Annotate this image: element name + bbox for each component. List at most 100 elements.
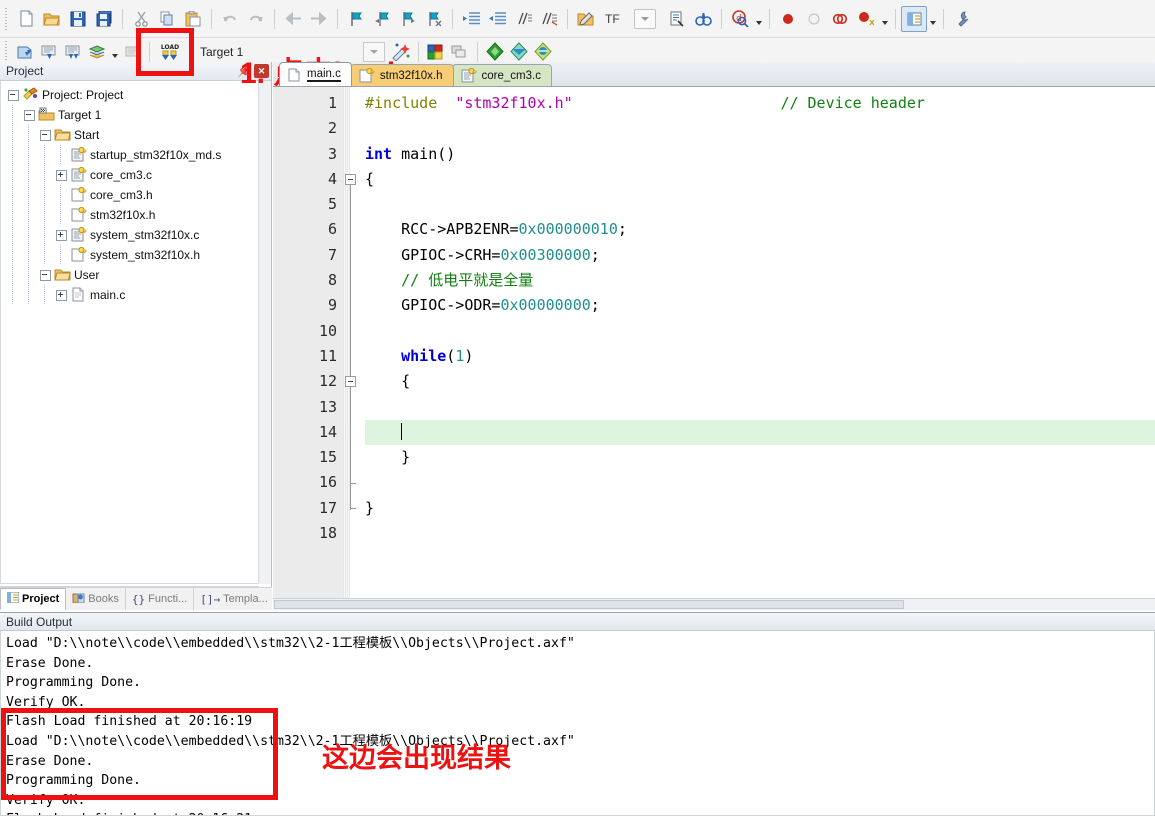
code-line[interactable] [365, 395, 1155, 420]
project-tree-item[interactable]: stm32f10x.h [5, 205, 258, 225]
rebuild-button[interactable] [61, 41, 85, 63]
project-tree-item[interactable]: core_cm3.h [5, 185, 258, 205]
find-in-files-button[interactable] [664, 6, 690, 32]
open-file-button[interactable] [39, 6, 65, 32]
bookmark-next-button[interactable] [395, 6, 421, 32]
paste-button[interactable] [180, 6, 206, 32]
fold-toggle-icon[interactable] [345, 376, 356, 388]
new-file-button[interactable] [13, 6, 39, 32]
tree-collapse-toggle[interactable] [21, 105, 37, 125]
code-line[interactable] [365, 116, 1155, 141]
batch-build-button[interactable] [85, 41, 109, 63]
code-line[interactable]: GPIOC->CRH=0x00300000; [365, 243, 1155, 268]
load-flash-button[interactable]: LOAD [155, 41, 185, 63]
disable-all-breakpoints-button[interactable] [827, 6, 853, 32]
code-text-area[interactable]: #include "stm32f10x.h" // Device header … [365, 87, 1155, 598]
manage-components-button[interactable] [424, 41, 448, 63]
dock-tab-books[interactable]: Books [66, 588, 126, 610]
pack-installer-button[interactable] [483, 41, 507, 63]
project-tree[interactable]: Project: Project Target 1 Start startup_stm… [0, 81, 259, 584]
toolbar-grip[interactable] [3, 7, 11, 30]
code-line[interactable] [365, 470, 1155, 495]
code-line[interactable]: GPIOC->ODR=0x00000000; [365, 293, 1155, 318]
code-editor[interactable]: 1 2 3 4 5 6 7 8 9 10 11 12 13 14 15 16 17 18 #include "st… [273, 87, 1155, 598]
code-line[interactable]: { [365, 167, 1155, 192]
translate-button[interactable] [13, 41, 37, 63]
code-line[interactable]: } [365, 496, 1155, 521]
project-tree-item[interactable]: system_stm32f10x.c [5, 225, 258, 245]
browse-symbol-button[interactable] [690, 6, 716, 32]
dock-tab-functions[interactable]: {} Functi... [126, 588, 195, 610]
project-tree-item[interactable]: Target 1 [5, 105, 258, 125]
code-line[interactable]: // 低电平就是全量 [365, 268, 1155, 293]
navigate-back-button[interactable] [280, 6, 306, 32]
code-line[interactable]: int main() [365, 142, 1155, 167]
tree-expand-toggle[interactable] [53, 165, 69, 185]
tree-collapse-toggle[interactable] [5, 85, 21, 105]
project-tree-item[interactable]: main.c [5, 285, 258, 305]
copy-button[interactable] [154, 6, 180, 32]
code-line[interactable]: RCC->APB2ENR=0x000000010; [365, 217, 1155, 242]
uncomment-button[interactable] [536, 6, 562, 32]
find-field-value[interactable]: TF [599, 12, 626, 26]
stop-build-button[interactable] [120, 41, 144, 63]
editor-tab-main-c[interactable]: main.c [279, 62, 352, 86]
cut-button[interactable] [128, 6, 154, 32]
configure-tools-button[interactable] [949, 6, 975, 32]
window-layout-caret[interactable] [927, 7, 938, 31]
project-tree-item[interactable]: Project: Project [5, 85, 258, 105]
pack-manager-button[interactable] [531, 41, 555, 63]
code-line[interactable] [365, 319, 1155, 344]
editor-tab-core-cm3-c[interactable]: core_cm3.c [451, 64, 552, 86]
project-tree-item[interactable]: User [5, 265, 258, 285]
toolbar-grip[interactable] [3, 40, 11, 63]
open-recent-button[interactable] [573, 6, 599, 32]
dock-tab-project[interactable]: Project [0, 588, 67, 610]
debug-dropdown-caret[interactable] [753, 7, 764, 31]
fold-toggle-icon[interactable] [345, 173, 356, 185]
window-layout-button[interactable] [901, 5, 927, 32]
editor-scroll-thumb[interactable] [274, 600, 904, 609]
bookmark-prev-button[interactable] [369, 6, 395, 32]
bookmark-clear-button[interactable] [421, 6, 447, 32]
manage-rte-button[interactable] [507, 41, 531, 63]
undo-button[interactable] [217, 6, 243, 32]
indent-button[interactable] [458, 6, 484, 32]
dock-tab-templates[interactable]: []→ Templa... [194, 588, 275, 610]
build-output-log[interactable]: Load "D:\\note\\code\\embedded\\stm32\\2… [0, 631, 1155, 816]
project-tree-item[interactable]: startup_stm32f10x_md.s [5, 145, 258, 165]
code-line[interactable]: } [365, 445, 1155, 470]
project-tree-item[interactable]: system_stm32f10x.h [5, 245, 258, 265]
editor-horizontal-scrollbar[interactable] [273, 598, 1155, 610]
multi-project-button[interactable] [448, 41, 472, 63]
code-line[interactable]: while(1) [365, 344, 1155, 369]
comment-button[interactable] [510, 6, 536, 32]
code-folding-column[interactable] [343, 87, 365, 598]
insert-breakpoint-button[interactable] [775, 6, 801, 32]
find-combo-dropdown[interactable] [634, 8, 656, 29]
kill-all-breakpoints-button[interactable]: x [853, 6, 879, 32]
code-line[interactable]: { [365, 369, 1155, 394]
editor-tab-stm32f10x-h[interactable]: stm32f10x.h [349, 64, 454, 86]
navigate-forward-button[interactable] [306, 6, 332, 32]
redo-button[interactable] [243, 6, 269, 32]
save-button[interactable] [65, 6, 91, 32]
code-line[interactable] [365, 419, 1155, 446]
breakpoints-dropdown-caret[interactable] [879, 7, 890, 31]
project-tree-item[interactable]: core_cm3.c [5, 165, 258, 185]
tree-expand-toggle[interactable] [53, 225, 69, 245]
code-line[interactable]: #include "stm32f10x.h" // Device header [365, 91, 1155, 116]
tree-expand-toggle[interactable] [53, 285, 69, 305]
code-line[interactable] [365, 192, 1155, 217]
start-debug-button[interactable]: d [727, 6, 753, 32]
build-button[interactable] [37, 41, 61, 63]
project-tree-item[interactable]: Start [5, 125, 258, 145]
tree-collapse-toggle[interactable] [37, 265, 53, 285]
code-line[interactable] [365, 521, 1155, 546]
tree-collapse-toggle[interactable] [37, 125, 53, 145]
save-all-button[interactable] [91, 6, 117, 32]
outdent-button[interactable] [484, 6, 510, 32]
bookmark-toggle-button[interactable] [343, 6, 369, 32]
batch-build-caret[interactable] [109, 40, 120, 64]
disable-breakpoint-button[interactable] [801, 6, 827, 32]
